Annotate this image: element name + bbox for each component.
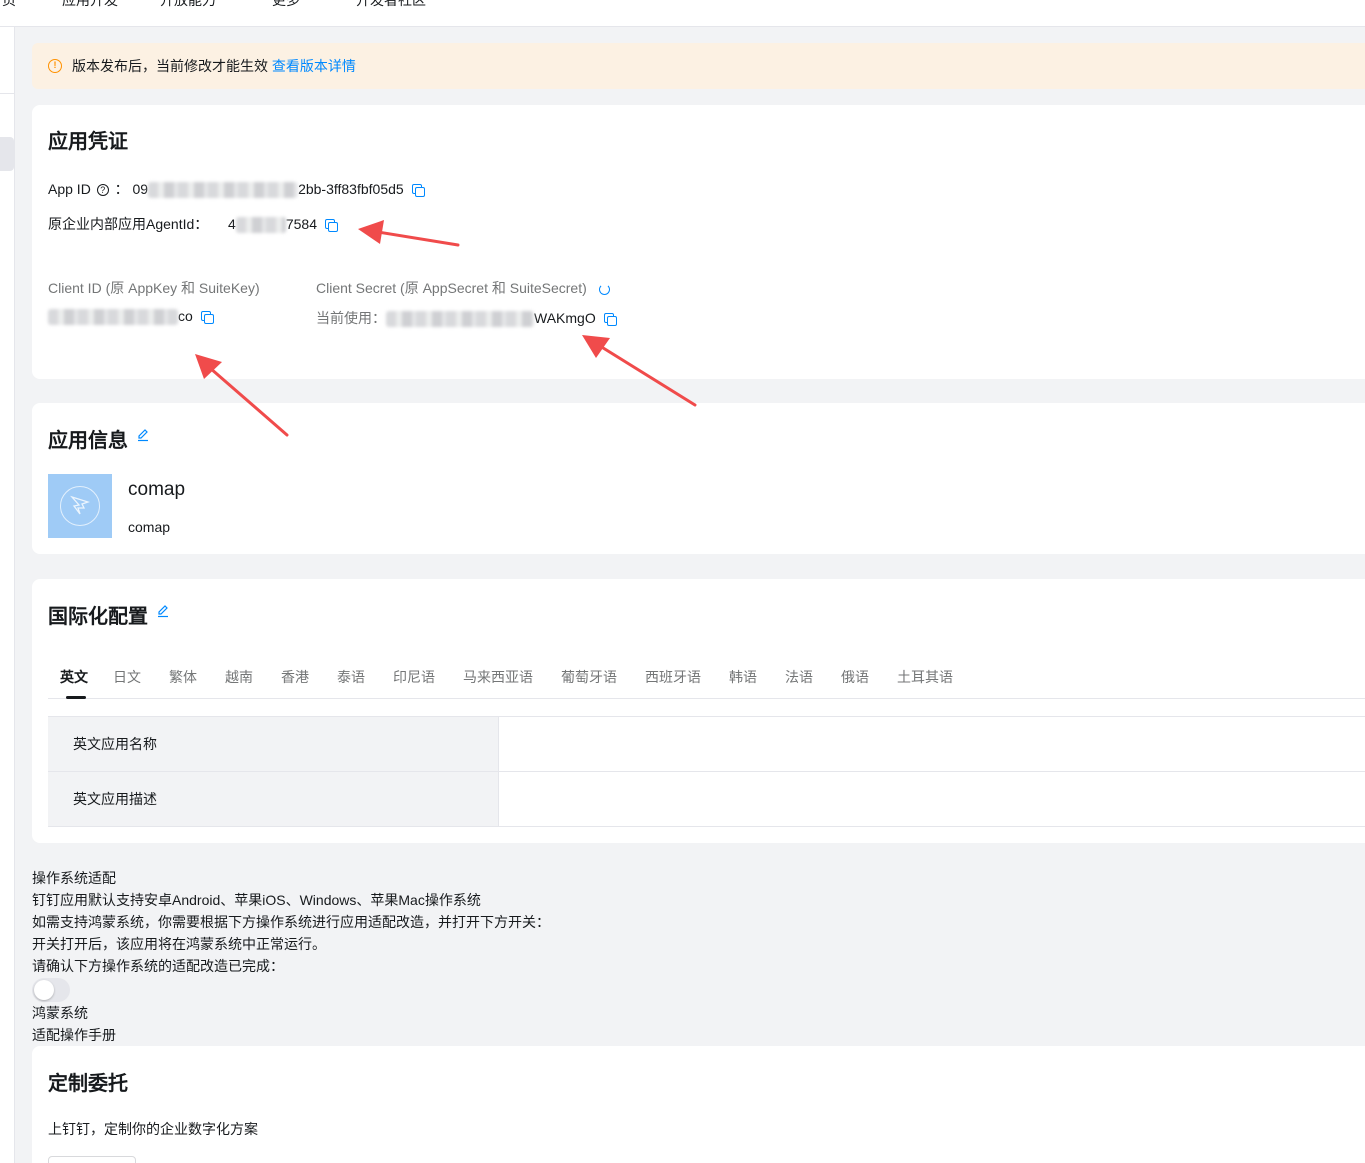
credentials-title: 应用凭证 bbox=[48, 131, 128, 153]
app-info-card: 应用信息 comap comap bbox=[32, 403, 1365, 554]
nav-item-community[interactable]: 开发者社区 bbox=[356, 0, 426, 10]
adapt-manual-link[interactable]: 适配操作手册 bbox=[32, 1024, 116, 1046]
nav-item-open-capability[interactable]: 开放能力 bbox=[160, 0, 216, 10]
app-logo bbox=[48, 474, 112, 538]
warning-icon: ! bbox=[48, 59, 62, 73]
toggle-knob bbox=[34, 980, 54, 1000]
client-secret-label: Client Secret (原 AppSecret 和 SuiteSecret… bbox=[316, 280, 587, 296]
table-row: 英文应用名称 bbox=[48, 717, 1365, 772]
agent-id-label: 原企业内部应用AgentId： bbox=[48, 216, 209, 232]
os-adapt-line4: 请确认下方操作系统的适配改造已完成： bbox=[32, 958, 284, 974]
os-adapt-line2: 如需支持鸿蒙系统，你需要根据下方操作系统进行应用适配改造，并打开下方开关： bbox=[32, 914, 550, 930]
custom-title: 定制委托 bbox=[48, 1073, 128, 1095]
english-name-label: 英文应用名称 bbox=[48, 717, 499, 771]
app-id-suffix: 2bb-3ff83fbf05d5 bbox=[298, 181, 404, 197]
tab-turkish[interactable]: 土耳其语 bbox=[897, 667, 953, 687]
edit-i18n-icon[interactable] bbox=[156, 604, 170, 618]
agent-id-masked bbox=[235, 217, 286, 234]
tab-korean[interactable]: 韩语 bbox=[729, 667, 757, 687]
table-row: 英文应用描述 bbox=[48, 772, 1365, 827]
client-id-label: Client ID (原 AppKey 和 SuiteKey) bbox=[48, 280, 260, 296]
copy-client-secret-icon[interactable] bbox=[603, 313, 617, 327]
client-secret-suffix: WAKmgO bbox=[534, 310, 596, 326]
language-tabs: 英文 日文 繁体 越南 香港 泰语 印尼语 马来西亚语 葡萄牙语 西班牙语 韩语… bbox=[48, 661, 1365, 699]
client-secret-masked bbox=[386, 311, 534, 328]
copy-app-id-icon[interactable] bbox=[411, 184, 425, 198]
tab-french[interactable]: 法语 bbox=[785, 667, 813, 687]
view-version-details-link[interactable]: 查看版本详情 bbox=[272, 58, 356, 74]
nav-item-more[interactable]: 更多 bbox=[272, 0, 300, 10]
left-sidebar bbox=[0, 27, 15, 1163]
refresh-icon[interactable] bbox=[598, 283, 610, 295]
client-id-masked bbox=[48, 309, 178, 326]
tab-portuguese[interactable]: 葡萄牙语 bbox=[561, 667, 617, 687]
client-secret-row: 当前使用： WAKmgO bbox=[316, 308, 617, 328]
tab-malay[interactable]: 马来西亚语 bbox=[463, 667, 533, 687]
i18n-card: 国际化配置 英文 日文 繁体 越南 香港 泰语 印尼语 马来西亚语 葡萄牙语 西… bbox=[32, 579, 1365, 843]
credentials-card: 应用凭证 App ID ? ： 09 2bb-3ff83fbf05d5 原企业内部… bbox=[32, 105, 1365, 379]
custom-delegation-card: 定制委托 上钉钉，定制你的企业数字化方案 bbox=[32, 1046, 1365, 1163]
agent-id-row: 原企业内部应用AgentId： 4 7584 bbox=[48, 214, 338, 234]
app-description: comap bbox=[128, 519, 171, 535]
os-adapt-line3: 开关打开后，该应用将在鸿蒙系统中正常运行。 bbox=[32, 936, 326, 952]
os-adapt-title: 操作系统适配 bbox=[32, 870, 116, 886]
custom-description: 上钉钉，定制你的企业数字化方案 bbox=[48, 1121, 258, 1137]
tab-japanese[interactable]: 日文 bbox=[113, 667, 141, 687]
app-id-label: App ID bbox=[48, 181, 91, 197]
english-description-label: 英文应用描述 bbox=[48, 772, 499, 826]
nav-item-app-dev[interactable]: 应用开发 bbox=[62, 0, 118, 10]
tab-russian[interactable]: 俄语 bbox=[841, 667, 869, 687]
edit-app-info-icon[interactable] bbox=[136, 428, 150, 442]
client-secret-header: Client Secret (原 AppSecret 和 SuiteSecret… bbox=[316, 278, 610, 298]
nav-item-home[interactable]: 首页 bbox=[0, 0, 16, 10]
harmony-os-label: 鸿蒙系统 bbox=[32, 1005, 88, 1021]
tab-english[interactable]: 英文 bbox=[60, 667, 88, 687]
agent-id-suffix: 7584 bbox=[285, 216, 317, 232]
os-adapt-line1: 钉钉应用默认支持安卓Android、苹果iOS、Windows、苹果Mac操作系… bbox=[32, 892, 481, 908]
tab-thai[interactable]: 泰语 bbox=[337, 667, 365, 687]
app-id-row: App ID ? ： 09 2bb-3ff83fbf05d5 bbox=[48, 179, 425, 199]
copy-agent-id-icon[interactable] bbox=[324, 219, 338, 233]
tab-hongkong[interactable]: 香港 bbox=[281, 667, 309, 687]
app-info-title: 应用信息 bbox=[48, 430, 128, 452]
client-id-suffix: co bbox=[178, 308, 193, 324]
top-navigation: 首页 应用开发 开放能力 更多 开发者社区 bbox=[0, 0, 1365, 27]
agent-id-prefix: 4 bbox=[228, 216, 236, 232]
tab-vietnamese[interactable]: 越南 bbox=[225, 667, 253, 687]
harmony-os-toggle[interactable] bbox=[32, 978, 70, 1002]
tab-traditional[interactable]: 繁体 bbox=[169, 667, 197, 687]
current-use-label: 当前使用： bbox=[316, 310, 386, 326]
help-icon[interactable]: ? bbox=[96, 184, 109, 197]
app-id-prefix: 09 bbox=[132, 181, 149, 197]
notice-text: 版本发布后，当前修改才能生效 bbox=[72, 58, 268, 74]
active-tab-indicator bbox=[66, 696, 86, 699]
dingtalk-logo-icon bbox=[70, 495, 90, 515]
i18n-title: 国际化配置 bbox=[48, 606, 148, 628]
tab-indonesian[interactable]: 印尼语 bbox=[393, 667, 435, 687]
copy-client-id-icon[interactable] bbox=[200, 311, 214, 325]
tab-spanish[interactable]: 西班牙语 bbox=[645, 667, 701, 687]
i18n-table: 英文应用名称 英文应用描述 bbox=[48, 716, 1365, 827]
version-notice-banner: ! 版本发布后，当前修改才能生效 查看版本详情 bbox=[32, 43, 1365, 89]
client-id-row: co bbox=[48, 308, 214, 326]
app-id-masked bbox=[148, 182, 299, 199]
sidebar-active-item[interactable] bbox=[0, 137, 14, 171]
sidebar-divider bbox=[0, 93, 15, 94]
app-name: comap bbox=[128, 479, 186, 500]
custom-action-button[interactable] bbox=[48, 1156, 136, 1163]
